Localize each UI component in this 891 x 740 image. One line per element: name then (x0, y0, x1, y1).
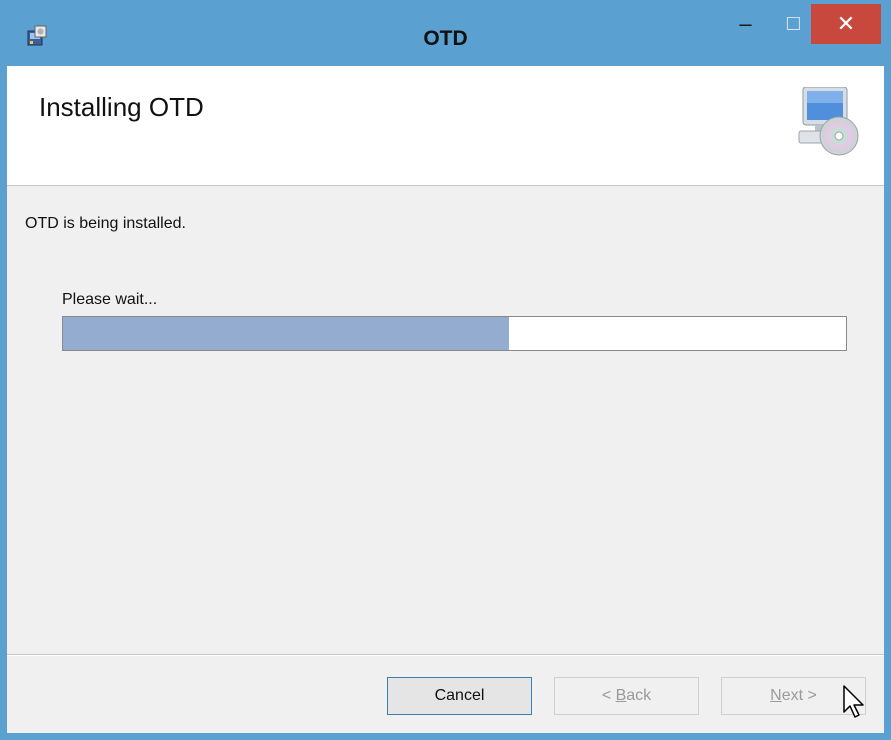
computer-cd-icon (798, 87, 859, 156)
close-button[interactable]: ✕ (811, 4, 881, 44)
minimize-button[interactable]: – (722, 2, 769, 46)
wait-label: Please wait... (62, 291, 158, 308)
back-accel: B (615, 687, 627, 704)
progress-bar (62, 316, 847, 351)
footer-divider (7, 654, 884, 656)
back-label-prefix: < (601, 687, 616, 704)
back-label-rest: ack (626, 687, 652, 704)
title-bar[interactable]: OTD – ☐ ✕ (0, 0, 891, 66)
back-button[interactable]: < Back (554, 677, 699, 715)
cancel-button[interactable]: Cancel (387, 677, 532, 715)
installer-window: OTD – ☐ ✕ Installing OTD OTD is being in… (0, 0, 891, 740)
header-banner: Installing OTD (7, 66, 884, 186)
mouse-cursor-icon (843, 685, 864, 718)
next-accel: N (770, 687, 782, 704)
dialog-content: Installing OTD OTD is being installed. P… (7, 66, 884, 733)
next-label-rest: ext > (781, 687, 817, 704)
status-text: OTD is being installed. (25, 215, 186, 232)
progress-fill (63, 317, 510, 350)
maximize-button[interactable]: ☐ (770, 2, 817, 46)
page-title: Installing OTD (39, 92, 204, 122)
